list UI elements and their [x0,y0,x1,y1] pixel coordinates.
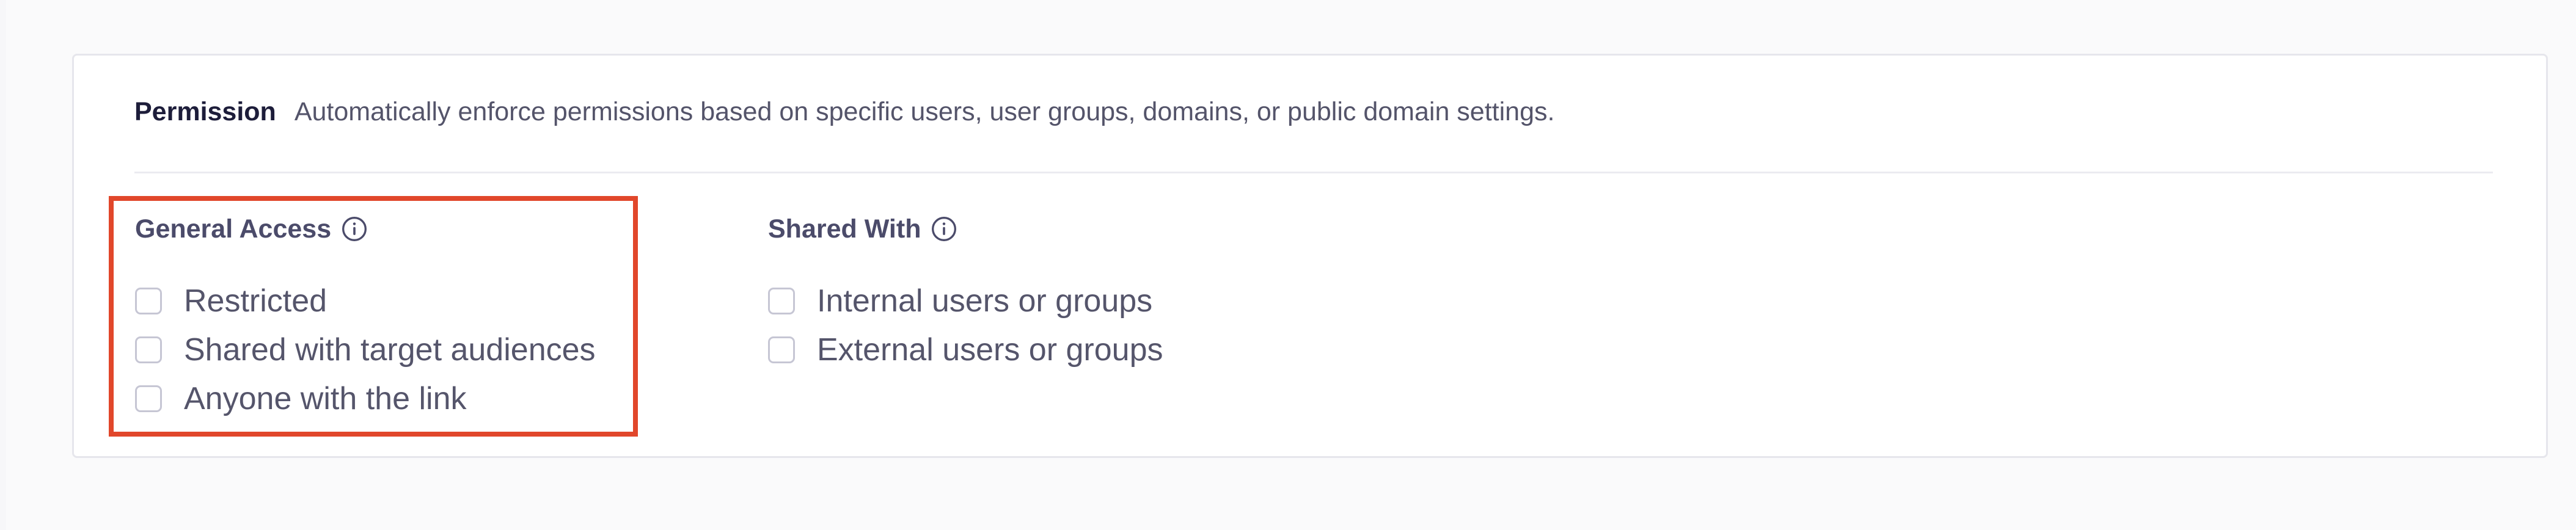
general-access-heading: General Access [135,214,596,244]
internal-users-or-groups-checkbox[interactable] [768,288,795,314]
restricted-label: Restricted [184,283,327,319]
general-access-section: General Access Restricted Shared with ta… [135,214,596,423]
option-external-users-or-groups[interactable]: External users or groups [768,325,1163,374]
option-restricted[interactable]: Restricted [135,277,596,325]
shared-with-target-audiences-checkbox[interactable] [135,336,162,363]
general-access-options: Restricted Shared with target audiences … [135,277,596,423]
option-anyone-with-the-link[interactable]: Anyone with the link [135,374,596,423]
shared-with-title: Shared With [768,214,921,244]
info-icon[interactable] [341,216,368,242]
shared-with-target-audiences-label: Shared with target audiences [184,332,596,368]
restricted-checkbox[interactable] [135,288,162,314]
permission-title: Permission [134,96,276,126]
permission-header: Permission Automatically enforce permiss… [134,96,1555,126]
permission-card: Permission Automatically enforce permiss… [72,54,2548,458]
shared-with-options: Internal users or groups External users … [768,277,1163,374]
option-shared-with-target-audiences[interactable]: Shared with target audiences [135,325,596,374]
option-internal-users-or-groups[interactable]: Internal users or groups [768,277,1163,325]
header-divider [134,172,2493,173]
anyone-with-the-link-label: Anyone with the link [184,381,467,416]
permission-description: Automatically enforce permissions based … [294,96,1555,126]
shared-with-heading: Shared With [768,214,1163,244]
internal-users-or-groups-label: Internal users or groups [817,283,1153,319]
shared-with-section: Shared With Internal users or groups Ext… [768,214,1163,374]
external-users-or-groups-label: External users or groups [817,332,1163,368]
page-background: Permission Automatically enforce permiss… [6,0,2576,530]
anyone-with-the-link-checkbox[interactable] [135,385,162,412]
external-users-or-groups-checkbox[interactable] [768,336,795,363]
info-icon[interactable] [931,216,957,242]
general-access-title: General Access [135,214,332,244]
